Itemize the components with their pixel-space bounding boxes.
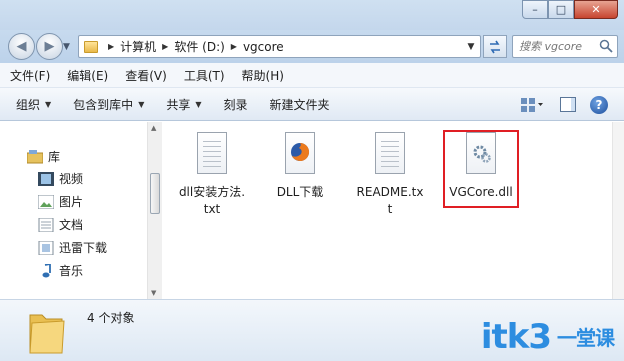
- file-list: dll安装方法.txt DLL下载 README.txt VGCore.dll: [163, 122, 612, 299]
- scroll-up-icon[interactable]: ▲: [151, 124, 156, 132]
- text-file-icon: [194, 132, 230, 180]
- address-history-dropdown-icon[interactable]: ▼: [462, 36, 480, 57]
- back-button[interactable]: ◀: [8, 33, 35, 60]
- maximize-button[interactable]: □: [548, 0, 574, 19]
- nav-item-documents[interactable]: 文档: [38, 216, 83, 233]
- chevron-right-icon[interactable]: ▶: [162, 42, 168, 51]
- window-controls: – □ ✕: [522, 0, 618, 19]
- search-input[interactable]: [513, 36, 595, 57]
- nav-item-video[interactable]: 视频: [38, 170, 83, 187]
- nav-item-label: 文档: [59, 218, 84, 232]
- preview-pane-icon[interactable]: [560, 97, 576, 112]
- watermark-text: itk3: [480, 317, 552, 357]
- nav-item-xunlei-downloads[interactable]: 迅雷下载: [38, 239, 107, 256]
- folder-icon: [84, 40, 98, 53]
- main-scrollbar[interactable]: [612, 122, 624, 299]
- nav-item-pictures[interactable]: 图片: [38, 193, 83, 210]
- watermark-sub: 一堂课: [557, 326, 615, 350]
- view-grid-icon: [521, 97, 543, 112]
- organize-label: 组织: [16, 97, 41, 112]
- share-label: 共享: [166, 97, 191, 112]
- menu-help[interactable]: 帮助(H): [242, 67, 284, 84]
- menu-edit[interactable]: 编辑(E): [67, 67, 108, 84]
- minimize-button[interactable]: –: [522, 0, 548, 19]
- firefox-shortcut-icon: [282, 132, 318, 180]
- back-arrow-icon: ◀: [16, 39, 27, 54]
- caret-down-icon: ▼: [45, 99, 52, 109]
- file-item[interactable]: dll安装方法.txt: [177, 132, 247, 218]
- navigation-pane: 库 视频 图片 文档 迅雷下载 音乐 ▲ ▼: [0, 122, 162, 299]
- nav-item-label: 图片: [59, 195, 84, 209]
- address-row: ◀ ▶ ▼ ▶ 计算机 ▶ 软件 (D:) ▶ vgcore ▼: [0, 30, 624, 63]
- library-icon: [27, 149, 43, 165]
- include-in-library-button[interactable]: 包含到库中 ▼: [73, 96, 144, 113]
- text-file-icon: [372, 132, 408, 180]
- change-view-button[interactable]: [520, 96, 544, 114]
- download-icon: [38, 240, 54, 256]
- chevron-right-icon[interactable]: ▶: [231, 42, 237, 51]
- forward-button[interactable]: ▶: [36, 33, 63, 60]
- music-icon: [38, 263, 54, 279]
- window-titlebar: – □ ✕: [0, 0, 624, 30]
- scroll-thumb[interactable]: [150, 173, 160, 214]
- share-button[interactable]: 共享 ▼: [166, 96, 201, 113]
- nav-scrollbar[interactable]: ▲ ▼: [147, 122, 162, 299]
- item-count: 4 个对象: [87, 311, 135, 325]
- view-controls: ?: [520, 88, 624, 121]
- scroll-down-icon[interactable]: ▼: [151, 289, 156, 297]
- search-icon[interactable]: [599, 39, 613, 53]
- refresh-icon: [490, 40, 500, 53]
- nav-item-music[interactable]: 音乐: [38, 262, 83, 279]
- watermark-logo: itk3 一堂课: [480, 317, 615, 357]
- new-folder-button[interactable]: 新建文件夹: [270, 96, 330, 113]
- highlight-box: [443, 130, 519, 208]
- nav-item-label: 视频: [59, 172, 84, 186]
- details-pane: 4 个对象 itk3 一堂课: [0, 299, 624, 361]
- nav-item-label: 迅雷下载: [59, 241, 108, 255]
- menu-bar: 文件(F) 编辑(E) 查看(V) 工具(T) 帮助(H): [0, 63, 624, 88]
- close-button[interactable]: ✕: [574, 0, 618, 19]
- file-item[interactable]: README.txt: [355, 132, 425, 218]
- caret-down-icon: ▼: [138, 99, 145, 109]
- picture-icon: [38, 194, 54, 210]
- caret-down-icon: ▼: [195, 99, 202, 109]
- address-bar[interactable]: ▶ 计算机 ▶ 软件 (D:) ▶ vgcore ▼: [78, 35, 481, 58]
- nav-item-label: 音乐: [59, 264, 84, 278]
- file-name: README.txt: [356, 185, 424, 216]
- recent-pages-dropdown-icon[interactable]: ▼: [63, 42, 70, 52]
- file-name: dll安装方法.txt: [178, 185, 246, 216]
- refresh-button[interactable]: [483, 35, 507, 58]
- video-icon: [38, 171, 54, 187]
- nav-item-library[interactable]: 库: [27, 148, 60, 165]
- command-bar: 组织 ▼ 包含到库中 ▼ 共享 ▼ 刻录 新建文件夹 ?: [0, 88, 624, 121]
- nav-item-label: 库: [48, 150, 61, 164]
- document-icon: [38, 217, 54, 233]
- organize-button[interactable]: 组织 ▼: [16, 96, 51, 113]
- breadcrumb-drive-d[interactable]: 软件 (D:): [174, 38, 224, 55]
- menu-tools[interactable]: 工具(T): [184, 67, 225, 84]
- help-icon[interactable]: ?: [590, 95, 608, 114]
- breadcrumb-vgcore[interactable]: vgcore: [243, 40, 284, 54]
- file-item[interactable]: DLL下载: [265, 132, 335, 201]
- forward-arrow-icon: ▶: [44, 39, 55, 54]
- file-name: DLL下载: [276, 185, 324, 199]
- menu-view[interactable]: 查看(V): [125, 67, 167, 84]
- search-box[interactable]: [512, 35, 618, 58]
- burn-button[interactable]: 刻录: [224, 96, 248, 113]
- include-in-library-label: 包含到库中: [73, 97, 134, 112]
- breadcrumb-computer[interactable]: 计算机: [120, 38, 156, 55]
- chevron-right-icon[interactable]: ▶: [108, 42, 114, 51]
- folder-icon: [29, 314, 65, 354]
- menu-file[interactable]: 文件(F): [10, 67, 50, 84]
